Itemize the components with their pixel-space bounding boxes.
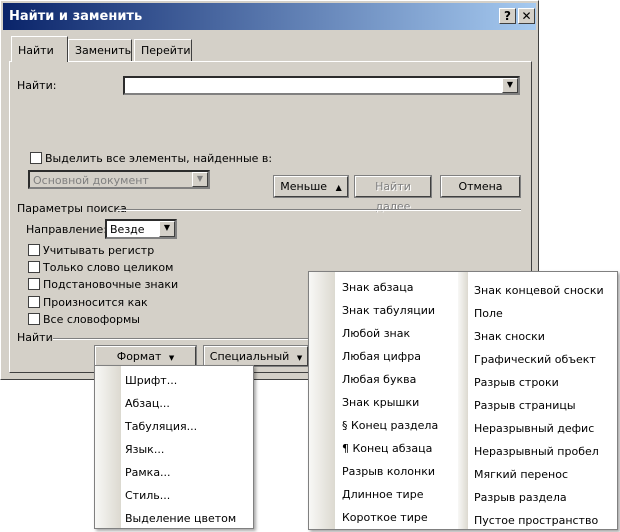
format-arrow-icon: ▼ xyxy=(168,354,175,362)
special-arrow-icon: ▼ xyxy=(296,354,303,362)
less-button[interactable]: Меньше ▲ xyxy=(273,175,349,198)
sounds-like-label: Произносится как xyxy=(43,296,148,309)
title-bar[interactable]: Найти и заменить ? ✕ xyxy=(3,3,536,30)
menu-item-any-digit[interactable]: Любая цифра xyxy=(342,350,421,363)
menu-item-endnote-mark[interactable]: Знак концевой сноски xyxy=(474,284,604,297)
menu-item-nonbreaking-space[interactable]: Неразрывный пробел xyxy=(474,445,599,458)
wildcards-checkbox[interactable] xyxy=(28,278,40,290)
menu-item-frame[interactable]: Рамка... xyxy=(125,466,171,479)
help-button[interactable]: ? xyxy=(499,8,516,24)
special-menu-gutter-1 xyxy=(309,272,335,529)
scope-select: Основной документ ▼ xyxy=(28,170,210,189)
direction-select[interactable]: Везде ▼ xyxy=(105,219,177,239)
search-options-divider xyxy=(117,209,521,211)
find-input[interactable]: ▼ xyxy=(123,76,520,95)
less-arrow-icon: ▲ xyxy=(335,183,342,192)
special-button-label: Специальный xyxy=(209,350,290,363)
highlight-all-label: Выделить все элементы, найденные в: xyxy=(45,152,273,165)
menu-item-graphic[interactable]: Графический объект xyxy=(474,353,596,366)
menu-item-any-letter[interactable]: Любая буква xyxy=(342,373,416,386)
menu-item-font[interactable]: Шрифт... xyxy=(125,374,177,387)
direction-label: Направление: xyxy=(26,223,108,236)
match-case-checkbox[interactable] xyxy=(28,244,40,256)
word-forms-checkbox[interactable] xyxy=(28,313,40,325)
menu-item-field[interactable]: Поле xyxy=(474,307,503,320)
menu-item-style[interactable]: Стиль... xyxy=(125,489,170,502)
scope-select-arrow: ▼ xyxy=(192,172,208,187)
menu-item-section-break[interactable]: Разрыв раздела xyxy=(474,491,567,504)
menu-item-paragraph[interactable]: Абзац... xyxy=(125,397,170,410)
direction-select-value: Везде xyxy=(110,223,145,236)
menu-item-tabs[interactable]: Табуляция... xyxy=(125,420,197,433)
tab-replace[interactable]: Заменить xyxy=(68,39,132,61)
menu-item-nonbreaking-hyphen[interactable]: Неразрывный дефис xyxy=(474,422,594,435)
tab-find-label: Найти xyxy=(18,44,54,57)
special-menu: Знак абзаца Знак табуляции Любой знак Лю… xyxy=(308,271,618,530)
menu-item-page-break[interactable]: Разрыв страницы xyxy=(474,399,576,412)
format-menu: Шрифт... Абзац... Табуляция... Язык... Р… xyxy=(94,365,254,529)
highlight-all-checkbox[interactable] xyxy=(30,152,42,164)
menu-item-line-break[interactable]: Разрыв строки xyxy=(474,376,559,389)
cancel-button[interactable]: Отмена xyxy=(440,175,521,198)
sounds-like-checkbox[interactable] xyxy=(28,296,40,308)
find-next-button[interactable]: Найти далее xyxy=(354,175,432,213)
menu-item-tab-char[interactable]: Знак табуляции xyxy=(342,304,435,317)
less-button-label: Меньше xyxy=(280,180,328,193)
format-menu-gutter xyxy=(95,366,121,528)
menu-item-any-char[interactable]: Любой знак xyxy=(342,327,410,340)
menu-item-pilcrow[interactable]: ¶ Конец абзаца xyxy=(342,442,432,455)
window-title: Найти и заменить xyxy=(9,9,143,24)
menu-item-paragraph-mark[interactable]: Знак абзаца xyxy=(342,281,413,294)
tab-goto[interactable]: Перейти xyxy=(134,39,192,61)
find-group-label: Найти xyxy=(17,331,53,344)
tab-goto-label: Перейти xyxy=(141,44,191,57)
special-menu-gutter-2 xyxy=(458,272,468,529)
tab-replace-label: Заменить xyxy=(75,44,132,57)
whole-word-checkbox[interactable] xyxy=(28,261,40,273)
menu-item-language[interactable]: Язык... xyxy=(125,443,164,456)
whole-word-label: Только слово целиком xyxy=(43,261,174,274)
find-history-dropdown[interactable]: ▼ xyxy=(502,78,518,93)
menu-item-footnote-mark[interactable]: Знак сноски xyxy=(474,330,545,343)
direction-select-arrow[interactable]: ▼ xyxy=(159,221,175,237)
match-case-label: Учитывать регистр xyxy=(43,244,155,257)
tab-find[interactable]: Найти xyxy=(11,36,68,62)
menu-item-caret[interactable]: Знак крышки xyxy=(342,396,419,409)
menu-item-white-space[interactable]: Пустое пространство xyxy=(474,514,598,527)
menu-item-optional-hyphen[interactable]: Мягкий перенос xyxy=(474,468,568,481)
menu-item-highlight[interactable]: Выделение цветом xyxy=(125,512,236,525)
menu-item-em-dash[interactable]: Длинное тире xyxy=(342,488,423,501)
menu-item-section-char[interactable]: § Конец раздела xyxy=(342,419,438,432)
find-label: Найти: xyxy=(17,79,57,92)
format-button-label: Формат xyxy=(116,350,162,363)
word-forms-label: Все словоформы xyxy=(43,313,140,326)
close-button[interactable]: ✕ xyxy=(518,8,535,24)
menu-item-column-break[interactable]: Разрыв колонки xyxy=(342,465,435,478)
search-options-group-label: Параметры поиска xyxy=(17,202,127,215)
menu-item-en-dash[interactable]: Короткое тире xyxy=(342,511,428,524)
format-button[interactable]: Формат ▼ xyxy=(94,345,197,367)
special-button[interactable]: Специальный ▼ xyxy=(203,345,309,367)
wildcards-label: Подстановочные знаки xyxy=(43,278,179,291)
scope-select-value: Основной документ xyxy=(33,174,149,187)
